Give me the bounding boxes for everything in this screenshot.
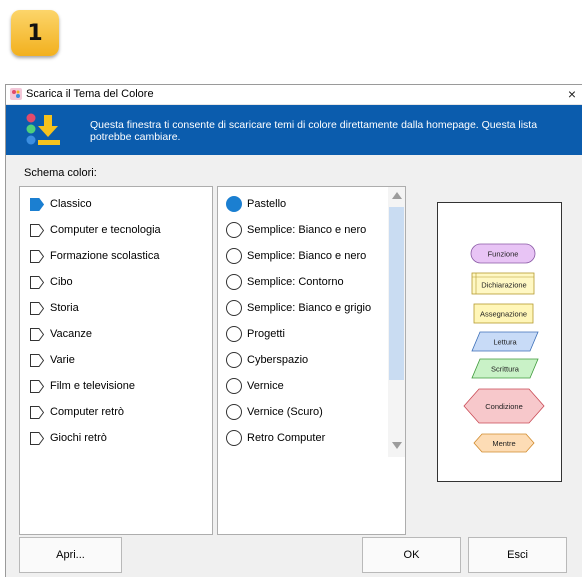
color-scheme-label: Schema colori: <box>24 167 97 179</box>
theme-item[interactable]: Cyberspazio <box>218 348 405 374</box>
tag-icon <box>30 302 44 315</box>
preview-shape-label: Funzione <box>488 250 519 259</box>
theme-list[interactable]: Pastello Semplice: Bianco e nero Semplic… <box>217 186 406 535</box>
flowchart-preview: Funzione Dichiarazione Assegnazione Lett… <box>463 243 545 453</box>
radio-selected[interactable] <box>226 196 242 212</box>
theme-label: Cyberspazio <box>247 354 309 366</box>
tag-icon <box>30 406 44 419</box>
category-item[interactable]: Computer e tecnologia <box>20 218 212 244</box>
theme-item[interactable]: Vernice <box>218 374 405 400</box>
download-theme-icon <box>26 113 60 145</box>
category-item[interactable]: Computer retrò <box>20 400 212 426</box>
theme-label: Vernice <box>247 380 284 392</box>
radio-button[interactable] <box>226 300 242 316</box>
preview-shape-label: Dichiarazione <box>481 281 526 290</box>
tag-icon-filled <box>30 198 44 211</box>
category-label: Vacanze <box>50 328 92 340</box>
theme-item[interactable]: Vernice (Scuro) <box>218 400 405 426</box>
radio-button[interactable] <box>226 430 242 446</box>
category-label: Storia <box>50 302 79 314</box>
theme-label: Semplice: Bianco e nero <box>247 250 367 262</box>
radio-button[interactable] <box>226 274 242 290</box>
step-number-badge: 1 <box>11 10 59 56</box>
title-bar: Scarica il Tema del Colore × <box>6 85 582 105</box>
radio-button[interactable] <box>226 326 242 342</box>
preview-shape-mentre: Mentre <box>473 433 535 453</box>
theme-item[interactable]: Semplice: Bianco e nero <box>218 218 405 244</box>
category-item[interactable]: Giochi retrò <box>20 426 212 452</box>
preview-shape-label: Assegnazione <box>480 310 527 319</box>
dialog-window: Scarica il Tema del Colore × Questa fine… <box>5 84 582 577</box>
tag-icon <box>30 354 44 367</box>
preview-shape-label: Mentre <box>492 439 515 448</box>
preview-shape-label: Condizione <box>485 402 523 411</box>
tag-icon <box>30 380 44 393</box>
category-item[interactable]: Storia <box>20 296 212 322</box>
category-item[interactable]: Film e televisione <box>20 374 212 400</box>
category-label: Cibo <box>50 276 73 288</box>
radio-button[interactable] <box>226 248 242 264</box>
theme-item[interactable]: Progetti <box>218 322 405 348</box>
preview-shape-lettura: Lettura <box>471 331 539 352</box>
radio-button[interactable] <box>226 378 242 394</box>
banner-message: Questa finestra ti consente di scaricare… <box>90 119 538 143</box>
theme-label: Pastello <box>247 198 287 210</box>
theme-label: Semplice: Bianco e grigio <box>247 302 372 314</box>
category-item[interactable]: Classico <box>20 192 212 218</box>
category-label: Film e televisione <box>50 380 135 392</box>
theme-label: Semplice: Bianco e nero <box>247 224 367 236</box>
preview-shape-assegnazione: Assegnazione <box>473 303 534 324</box>
radio-button[interactable] <box>226 352 242 368</box>
preview-shape-dichiarazione: Dichiarazione <box>471 272 535 295</box>
app-icon <box>10 88 22 100</box>
category-item[interactable]: Vacanze <box>20 322 212 348</box>
tag-icon <box>30 224 44 237</box>
theme-item[interactable]: Pastello <box>218 192 405 218</box>
category-item[interactable]: Varie <box>20 348 212 374</box>
category-label: Formazione scolastica <box>50 250 160 262</box>
theme-label: Progetti <box>247 328 285 340</box>
category-item[interactable]: Formazione scolastica <box>20 244 212 270</box>
open-button[interactable]: Apri... <box>19 537 122 573</box>
tag-icon <box>30 432 44 445</box>
theme-preview: Funzione Dichiarazione Assegnazione Lett… <box>437 202 562 482</box>
theme-label: Retro Computer <box>247 432 326 444</box>
category-label: Giochi retrò <box>50 432 107 444</box>
window-title: Scarica il Tema del Colore <box>26 88 154 100</box>
preview-shape-label: Lettura <box>493 338 517 347</box>
exit-button[interactable]: Esci <box>468 537 567 573</box>
theme-item[interactable]: Semplice: Contorno <box>218 270 405 296</box>
scroll-up-arrow-icon[interactable] <box>392 192 402 199</box>
scroll-down-arrow-icon[interactable] <box>392 442 402 449</box>
scroll-thumb[interactable] <box>389 207 404 380</box>
ok-button[interactable]: OK <box>362 537 461 573</box>
radio-button[interactable] <box>226 222 242 238</box>
theme-item[interactable]: Semplice: Bianco e nero <box>218 244 405 270</box>
theme-item[interactable]: Semplice: Bianco e grigio <box>218 296 405 322</box>
category-item[interactable]: Cibo <box>20 270 212 296</box>
preview-shape-condizione: Condizione <box>463 388 545 424</box>
category-label: Computer e tecnologia <box>50 224 161 236</box>
info-banner: Questa finestra ti consente di scaricare… <box>6 105 582 155</box>
tag-icon <box>30 250 44 263</box>
category-label: Computer retrò <box>50 406 124 418</box>
preview-shape-scrittura: Scrittura <box>471 358 539 379</box>
theme-label: Semplice: Contorno <box>247 276 344 288</box>
close-button[interactable]: × <box>561 85 582 104</box>
preview-shape-funzione: Funzione <box>470 243 536 264</box>
tag-icon <box>30 276 44 289</box>
category-list[interactable]: Classico Computer e tecnologia Formazion… <box>19 186 213 535</box>
radio-button[interactable] <box>226 404 242 420</box>
category-label: Classico <box>50 198 92 210</box>
preview-shape-label: Scrittura <box>491 365 520 374</box>
theme-item[interactable]: Retro Computer <box>218 426 405 452</box>
category-label: Varie <box>50 354 75 366</box>
theme-list-scrollbar[interactable] <box>388 187 405 457</box>
tag-icon <box>30 328 44 341</box>
theme-label: Vernice (Scuro) <box>247 406 323 418</box>
